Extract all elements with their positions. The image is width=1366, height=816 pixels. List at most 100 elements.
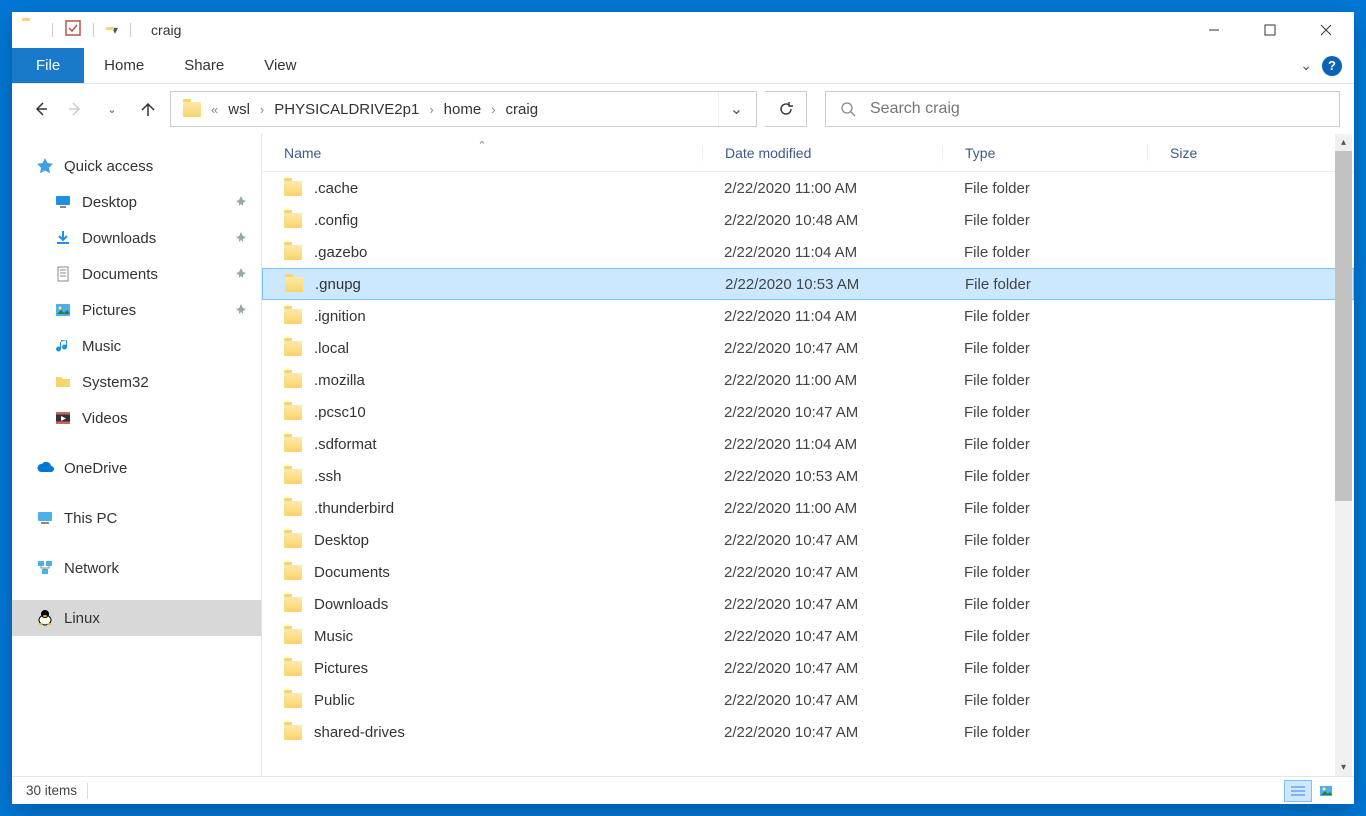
- music-icon: [54, 337, 72, 355]
- file-row[interactable]: Music2/22/2020 10:47 AMFile folder: [262, 620, 1354, 652]
- file-date: 2/22/2020 10:47 AM: [702, 340, 942, 357]
- scroll-up-icon[interactable]: ▴: [1335, 134, 1352, 151]
- file-date: 2/22/2020 10:47 AM: [702, 532, 942, 549]
- breadcrumb-segment[interactable]: wsl: [222, 92, 256, 126]
- sidebar-item-label: Pictures: [82, 302, 136, 319]
- file-row[interactable]: Documents2/22/2020 10:47 AMFile folder: [262, 556, 1354, 588]
- navigation-pane[interactable]: Quick access Desktop Downloads Documents Pi…: [12, 134, 262, 776]
- tab-file[interactable]: File: [12, 48, 84, 83]
- pin-icon: [235, 230, 247, 247]
- minimize-button[interactable]: [1186, 12, 1242, 48]
- dropdown-icon[interactable]: ▾: [112, 23, 118, 37]
- view-details-button[interactable]: [1284, 780, 1312, 802]
- scrollbar[interactable]: ▴ ▾: [1335, 134, 1352, 776]
- sidebar-quick-access[interactable]: Quick access: [12, 148, 261, 184]
- breadcrumb[interactable]: « wsl › PHYSICALDRIVE2p1 › home › craig …: [170, 91, 757, 127]
- chevron-right-icon[interactable]: ›: [487, 102, 499, 117]
- sidebar-item-downloads[interactable]: Downloads: [12, 220, 261, 256]
- column-header-date[interactable]: Date modified: [702, 145, 942, 161]
- scroll-down-icon[interactable]: ▾: [1335, 759, 1352, 776]
- chevron-right-icon[interactable]: ›: [256, 102, 268, 117]
- sidebar-linux[interactable]: Linux: [12, 600, 261, 636]
- documents-icon: [54, 265, 72, 283]
- file-name: Downloads: [314, 596, 388, 613]
- column-header-type[interactable]: Type: [942, 145, 1147, 161]
- sidebar-item-documents[interactable]: Documents: [12, 256, 261, 292]
- help-icon[interactable]: ?: [1322, 56, 1342, 76]
- file-row[interactable]: Downloads2/22/2020 10:47 AMFile folder: [262, 588, 1354, 620]
- breadcrumb-segment[interactable]: craig: [500, 92, 545, 126]
- tab-home[interactable]: Home: [84, 48, 164, 83]
- sidebar-item-label: Documents: [82, 266, 158, 283]
- file-row[interactable]: .config2/22/2020 10:48 AMFile folder: [262, 204, 1354, 236]
- close-button[interactable]: [1298, 12, 1354, 48]
- nav-forward[interactable]: [62, 95, 90, 123]
- folder-icon: [284, 341, 302, 356]
- file-row[interactable]: .gazebo2/22/2020 11:04 AMFile folder: [262, 236, 1354, 268]
- sidebar-network[interactable]: Network: [12, 550, 261, 586]
- column-header-name[interactable]: ⌃ Name: [262, 145, 702, 161]
- file-row[interactable]: .sdformat2/22/2020 11:04 AMFile folder: [262, 428, 1354, 460]
- file-type: File folder: [942, 660, 1147, 677]
- sidebar-item-system32[interactable]: System32: [12, 364, 261, 400]
- folder-icon: [284, 437, 302, 452]
- chevron-right-icon[interactable]: ›: [425, 102, 437, 117]
- folder-icon: [285, 277, 303, 292]
- refresh-button[interactable]: [765, 91, 807, 127]
- breadcrumb-dropdown[interactable]: ⌄: [718, 92, 754, 126]
- file-type: File folder: [942, 308, 1147, 325]
- sidebar-item-label: Downloads: [82, 230, 156, 247]
- sidebar-item-label: Network: [64, 560, 119, 577]
- maximize-button[interactable]: [1242, 12, 1298, 48]
- search-input[interactable]: [870, 100, 1325, 118]
- titlebar[interactable]: ▾ craig: [12, 12, 1354, 48]
- breadcrumb-segment[interactable]: home: [438, 92, 488, 126]
- nav-history-dropdown[interactable]: ⌄: [98, 95, 126, 123]
- view-thumbnails-button[interactable]: [1312, 780, 1340, 802]
- sidebar-onedrive[interactable]: OneDrive: [12, 450, 261, 486]
- tux-icon: [36, 609, 54, 627]
- file-date: 2/22/2020 10:47 AM: [702, 628, 942, 645]
- properties-icon[interactable]: [65, 20, 81, 41]
- file-row[interactable]: .cache2/22/2020 11:00 AMFile folder: [262, 172, 1354, 204]
- sidebar-item-desktop[interactable]: Desktop: [12, 184, 261, 220]
- file-date: 2/22/2020 11:04 AM: [702, 308, 942, 325]
- tab-view[interactable]: View: [244, 48, 316, 83]
- file-list[interactable]: .cache2/22/2020 11:00 AMFile folder.conf…: [262, 172, 1354, 776]
- tab-share[interactable]: Share: [164, 48, 244, 83]
- sidebar-this-pc[interactable]: This PC: [12, 500, 261, 536]
- nav-up[interactable]: [134, 95, 162, 123]
- folder-icon: [22, 21, 40, 39]
- ribbon-collapse-icon[interactable]: ⌄: [1300, 57, 1312, 74]
- file-row[interactable]: .pcsc102/22/2020 10:47 AMFile folder: [262, 396, 1354, 428]
- nav-back[interactable]: [26, 95, 54, 123]
- breadcrumb-segment[interactable]: PHYSICALDRIVE2p1: [268, 92, 425, 126]
- star-icon: [36, 157, 54, 175]
- breadcrumb-prefix[interactable]: «: [207, 102, 222, 117]
- file-name: Documents: [314, 564, 390, 581]
- scrollbar-thumb[interactable]: [1335, 151, 1352, 501]
- file-row[interactable]: .ignition2/22/2020 11:04 AMFile folder: [262, 300, 1354, 332]
- file-row[interactable]: Pictures2/22/2020 10:47 AMFile folder: [262, 652, 1354, 684]
- sidebar-item-videos[interactable]: Videos: [12, 400, 261, 436]
- file-row[interactable]: Desktop2/22/2020 10:47 AMFile folder: [262, 524, 1354, 556]
- sidebar-item-label: Desktop: [82, 194, 137, 211]
- file-row[interactable]: .ssh2/22/2020 10:53 AMFile folder: [262, 460, 1354, 492]
- breadcrumb-root-icon[interactable]: [177, 92, 207, 126]
- file-date: 2/22/2020 10:47 AM: [702, 724, 942, 741]
- file-type: File folder: [942, 244, 1147, 261]
- sidebar-item-pictures[interactable]: Pictures: [12, 292, 261, 328]
- file-date: 2/22/2020 10:48 AM: [702, 212, 942, 229]
- sidebar-item-music[interactable]: Music: [12, 328, 261, 364]
- search-box[interactable]: [825, 91, 1340, 127]
- file-row[interactable]: .thunderbird2/22/2020 11:00 AMFile folde…: [262, 492, 1354, 524]
- file-row[interactable]: .mozilla2/22/2020 11:00 AMFile folder: [262, 364, 1354, 396]
- folder-icon: [284, 725, 302, 740]
- file-row[interactable]: shared-drives2/22/2020 10:47 AMFile fold…: [262, 716, 1354, 748]
- file-row[interactable]: .gnupg2/22/2020 10:53 AMFile folder: [262, 268, 1354, 300]
- column-header-size[interactable]: Size: [1147, 145, 1287, 161]
- sidebar-item-label: System32: [82, 374, 149, 391]
- file-row[interactable]: .local2/22/2020 10:47 AMFile folder: [262, 332, 1354, 364]
- file-row[interactable]: Public2/22/2020 10:47 AMFile folder: [262, 684, 1354, 716]
- cloud-icon: [36, 459, 54, 477]
